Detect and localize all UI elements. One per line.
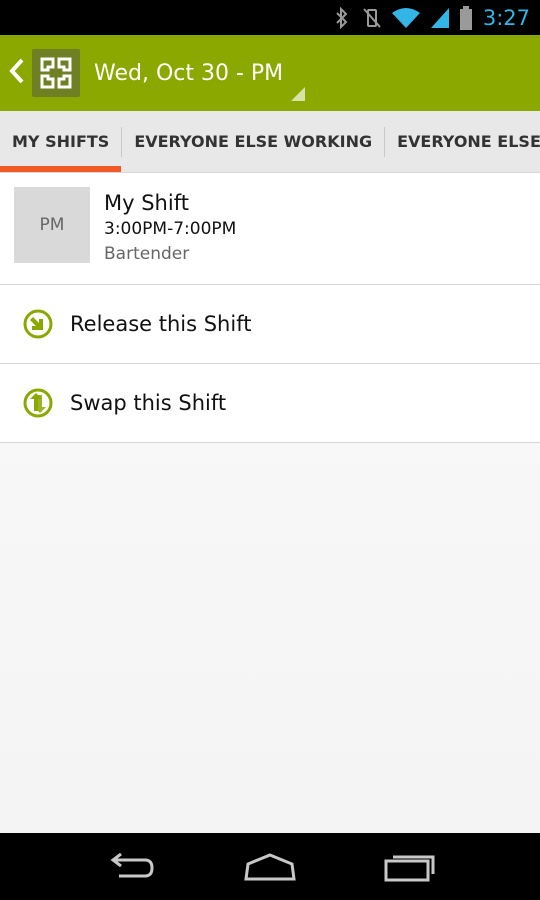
tab-my-shifts[interactable]: MY SHIFTS: [0, 111, 122, 172]
shift-role: Bartender: [104, 244, 190, 264]
swap-icon: [23, 388, 53, 418]
recent-apps-icon: [384, 855, 435, 881]
page-title: Wed, Oct 30 - PM: [94, 60, 284, 86]
status-time: 3:27: [482, 5, 530, 30]
shift-details: My Shift 3:00PM-7:00PM Bartender: [104, 187, 236, 267]
bluetooth-icon: [331, 6, 353, 29]
shift-card: PM My Shift 3:00PM-7:00PM Bartender: [0, 173, 540, 285]
swap-shift-label: Swap this Shift: [70, 391, 227, 415]
tab-label: EVERYONE ELSE WORKING: [134, 132, 373, 151]
release-icon: [23, 309, 53, 339]
up-button[interactable]: [0, 35, 80, 111]
swap-shift-button[interactable]: Swap this Shift: [0, 364, 540, 443]
status-bar: 3:27: [0, 0, 540, 35]
release-shift-button[interactable]: Release this Shift: [0, 285, 540, 364]
period-badge: PM: [14, 187, 90, 263]
wifi-icon: [391, 7, 421, 29]
release-shift-label: Release this Shift: [70, 312, 252, 336]
home-icon: [244, 852, 296, 880]
tab-label: MY SHIFTS: [12, 132, 110, 151]
action-bar: Wed, Oct 30 - PM: [0, 35, 540, 111]
tab-everyone-else-working[interactable]: EVERYONE ELSE WORKING: [122, 111, 384, 172]
app-logo-icon: [32, 49, 80, 97]
battery-icon: [459, 5, 473, 30]
content-area: PM My Shift 3:00PM-7:00PM Bartender Rele…: [0, 173, 540, 833]
navigation-bar: [0, 833, 540, 900]
home-button[interactable]: [235, 842, 305, 892]
tab-everyone-else-not-working[interactable]: EVERYONE ELSE NOT WORKING: [385, 111, 540, 172]
back-button[interactable]: [95, 842, 165, 892]
back-icon: [110, 852, 154, 877]
signal-icon: [429, 7, 451, 29]
tab-label: EVERYONE ELSE NOT WORKING: [397, 132, 540, 151]
shift-title: My Shift: [104, 191, 189, 215]
vibrate-off-icon: [361, 7, 383, 29]
shift-time: 3:00PM-7:00PM: [104, 219, 237, 239]
date-spinner[interactable]: Wed, Oct 30 - PM: [80, 35, 311, 111]
spinner-triangle-icon: [291, 87, 306, 101]
period-label: PM: [39, 215, 65, 235]
recent-apps-button[interactable]: [375, 842, 445, 892]
tab-strip: MY SHIFTS EVERYONE ELSE WORKING EVERYONE…: [0, 111, 540, 173]
chevron-left-icon: [8, 57, 26, 89]
